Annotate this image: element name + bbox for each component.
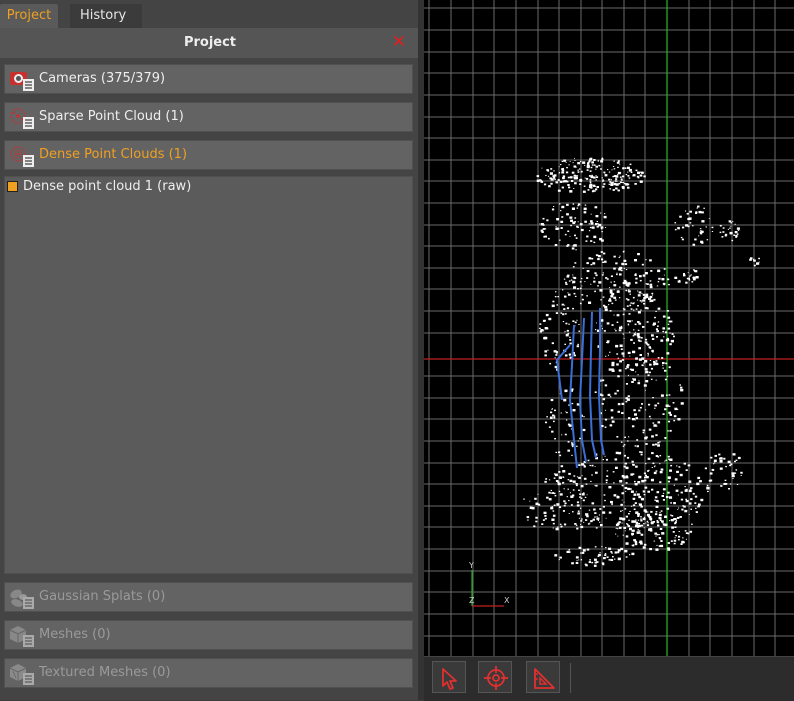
- tool-target-button[interactable]: [478, 661, 512, 693]
- select-arrow-icon: [442, 668, 457, 690]
- textured-mesh-icon: [9, 662, 35, 686]
- viewport-grid: [424, 0, 794, 656]
- panel-title: Project: [183, 35, 237, 50]
- close-icon[interactable]: ✕: [392, 32, 406, 52]
- target-crosshair-icon: [484, 666, 508, 690]
- section-textured-meshes[interactable]: Textured Meshes (0): [4, 658, 413, 688]
- layer-color-swatch[interactable]: [7, 181, 18, 192]
- camera-icon: [9, 68, 35, 92]
- section-meshes-label: Meshes (0): [39, 627, 111, 642]
- dense-cloud-icon: [9, 144, 35, 168]
- measure-ruler-icon: [534, 668, 555, 689]
- dense-cloud-list: Dense point cloud 1 (raw): [4, 176, 413, 574]
- section-cameras-label: Cameras (375/379): [39, 71, 166, 86]
- gizmo-y-label: Y: [468, 561, 474, 570]
- section-sparse-point-cloud[interactable]: Sparse Point Cloud (1): [4, 102, 413, 132]
- project-panel: Project History Project ✕ Cameras (375/3…: [0, 0, 420, 700]
- axis-gizmo: Y X Z: [468, 561, 510, 607]
- section-gaussian-splats[interactable]: Gaussian Splats (0): [4, 582, 413, 612]
- tab-project[interactable]: Project: [0, 4, 58, 28]
- viewport-canvas: Y X Z: [424, 0, 794, 656]
- section-cameras[interactable]: Cameras (375/379): [4, 64, 413, 94]
- tab-history[interactable]: History: [70, 4, 142, 28]
- toolbar-separator: [570, 663, 571, 693]
- 3d-viewport[interactable]: Y X Z: [424, 0, 794, 700]
- panel-header: Project ✕: [0, 28, 420, 58]
- list-item-label: Dense point cloud 1 (raw): [23, 179, 192, 194]
- section-dense-label: Dense Point Clouds (1): [39, 147, 188, 162]
- gizmo-x-label: X: [504, 596, 510, 605]
- section-textured-label: Textured Meshes (0): [39, 665, 171, 680]
- mesh-icon: [9, 624, 35, 648]
- tool-select-button[interactable]: [432, 661, 466, 693]
- sparse-cloud-icon: [9, 106, 35, 130]
- panel-tabs: Project History: [0, 4, 420, 28]
- section-meshes[interactable]: Meshes (0): [4, 620, 413, 650]
- section-gaussian-label: Gaussian Splats (0): [39, 589, 166, 604]
- gizmo-z-label: Z: [469, 596, 475, 605]
- tool-measure-button[interactable]: [526, 661, 560, 693]
- gaussian-splat-icon: [9, 586, 35, 610]
- viewport-toolbar: [424, 656, 794, 701]
- section-dense-point-clouds[interactable]: Dense Point Clouds (1): [4, 140, 413, 170]
- section-sparse-label: Sparse Point Cloud (1): [39, 109, 184, 124]
